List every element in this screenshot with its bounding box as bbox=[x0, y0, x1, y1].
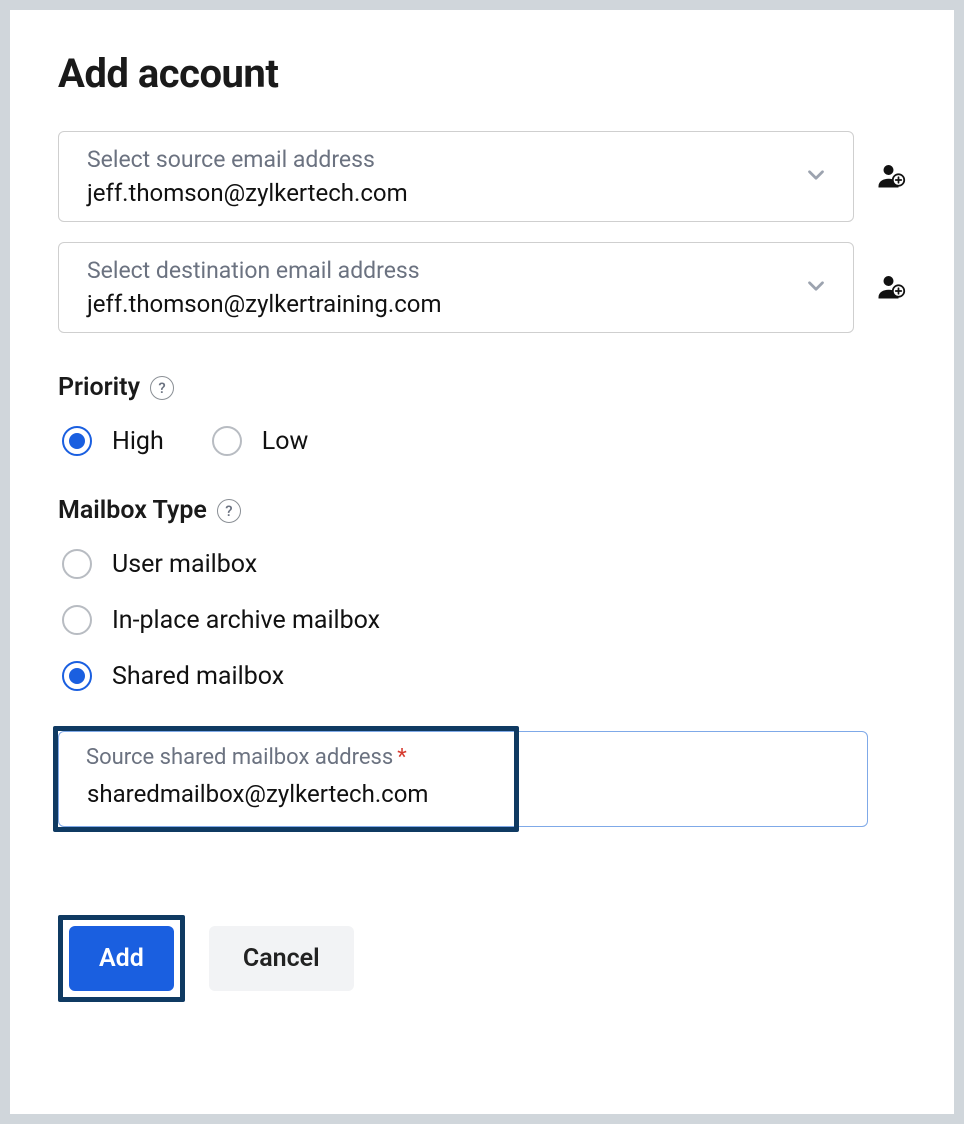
priority-low-label: Low bbox=[262, 427, 309, 456]
destination-email-value: jeff.thomson@zylkertraining.com bbox=[87, 290, 793, 318]
chevron-down-icon bbox=[803, 162, 829, 192]
add-account-panel: Add account Select source email address … bbox=[10, 10, 954, 1114]
mailbox-user-radio[interactable]: User mailbox bbox=[62, 549, 906, 579]
mailbox-shared-radio[interactable]: Shared mailbox bbox=[62, 661, 906, 691]
mailbox-type-label-text: Mailbox Type bbox=[58, 496, 207, 525]
priority-high-radio[interactable]: High bbox=[62, 426, 164, 456]
add-user-icon[interactable] bbox=[876, 271, 906, 305]
source-email-label: Select source email address bbox=[87, 146, 793, 173]
destination-email-label: Select destination email address bbox=[87, 257, 793, 284]
cancel-button[interactable]: Cancel bbox=[209, 926, 354, 991]
radio-icon bbox=[212, 426, 242, 456]
mailbox-archive-radio[interactable]: In-place archive mailbox bbox=[62, 605, 906, 635]
priority-high-label: High bbox=[112, 427, 164, 456]
mailbox-type-section-label: Mailbox Type ? bbox=[58, 496, 906, 525]
destination-email-select[interactable]: Select destination email address jeff.th… bbox=[58, 242, 854, 333]
shared-mailbox-input-container: Source shared mailbox address* bbox=[58, 731, 868, 827]
mailbox-user-label: User mailbox bbox=[112, 550, 257, 579]
add-button[interactable]: Add bbox=[69, 926, 174, 991]
add-button-highlight: Add bbox=[58, 915, 185, 1002]
page-title: Add account bbox=[58, 50, 906, 97]
radio-icon bbox=[62, 549, 92, 579]
source-email-value: jeff.thomson@zylkertech.com bbox=[87, 179, 793, 207]
radio-icon bbox=[62, 605, 92, 635]
chevron-down-icon bbox=[803, 273, 829, 303]
radio-icon-selected bbox=[62, 661, 92, 691]
help-icon[interactable]: ? bbox=[217, 499, 241, 523]
priority-label-text: Priority bbox=[58, 373, 140, 402]
priority-low-radio[interactable]: Low bbox=[212, 426, 309, 456]
mailbox-shared-label: Shared mailbox bbox=[112, 662, 284, 691]
radio-icon-selected bbox=[62, 426, 92, 456]
source-email-select[interactable]: Select source email address jeff.thomson… bbox=[58, 131, 854, 222]
shared-mailbox-label: Source shared mailbox address* bbox=[86, 745, 407, 770]
add-user-icon[interactable] bbox=[876, 160, 906, 194]
help-icon[interactable]: ? bbox=[150, 376, 174, 400]
priority-section-label: Priority ? bbox=[58, 373, 906, 402]
required-indicator: * bbox=[397, 745, 406, 770]
mailbox-archive-label: In-place archive mailbox bbox=[112, 606, 380, 635]
